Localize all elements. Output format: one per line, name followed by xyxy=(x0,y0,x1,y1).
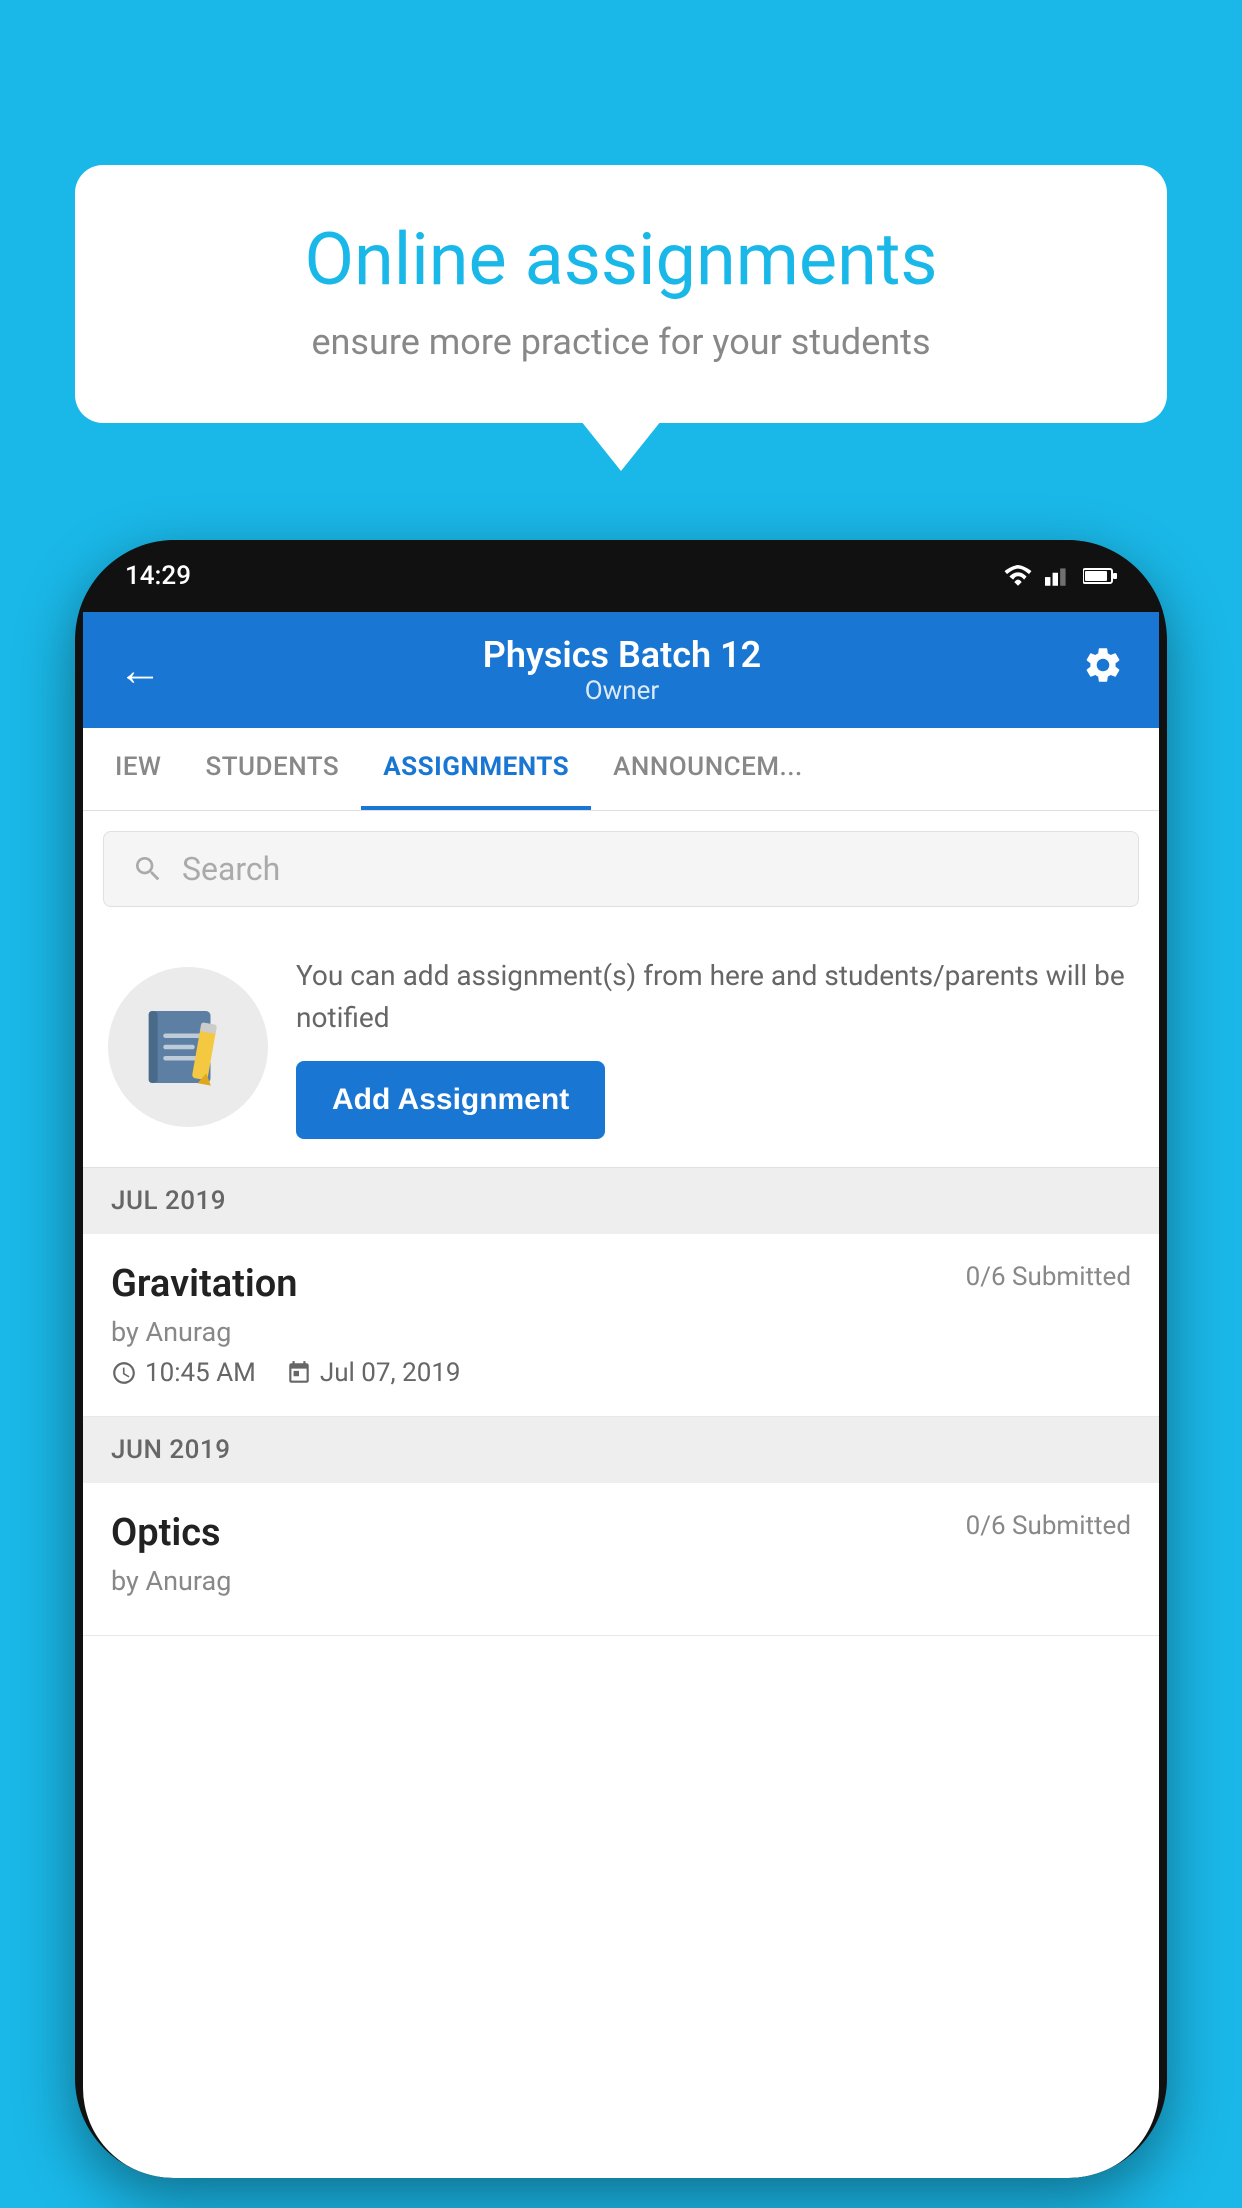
calendar-icon xyxy=(286,1360,312,1386)
bubble-subtitle: ensure more practice for your students xyxy=(135,321,1107,363)
search-bar-container: Search xyxy=(83,811,1159,927)
month-header-jul: JUL 2019 xyxy=(83,1168,1159,1234)
phone-screen: ← Physics Batch 12 Owner IEW STUDENTS AS… xyxy=(83,612,1159,2178)
header-subtitle: Owner xyxy=(162,676,1082,706)
clock-icon xyxy=(111,1360,137,1386)
assignment-date: Jul 07, 2019 xyxy=(286,1358,461,1388)
speech-bubble-card: Online assignments ensure more practice … xyxy=(75,165,1167,423)
gear-icon xyxy=(1082,644,1124,686)
tab-students[interactable]: STUDENTS xyxy=(183,728,361,810)
assignment-date-value: Jul 07, 2019 xyxy=(320,1358,461,1388)
phone-frame: 14:29 ← Physics Batch xyxy=(75,540,1167,2178)
promo-block: You can add assignment(s) from here and … xyxy=(83,927,1159,1168)
assignment-time: 10:45 AM xyxy=(111,1358,256,1388)
settings-button[interactable] xyxy=(1082,644,1124,696)
promo-text-block: You can add assignment(s) from here and … xyxy=(296,955,1134,1139)
promo-icon-circle xyxy=(108,967,268,1127)
search-bar[interactable]: Search xyxy=(103,831,1139,907)
app-header: ← Physics Batch 12 Owner xyxy=(83,612,1159,728)
assignment-title-optics: Optics xyxy=(111,1511,221,1555)
assignment-author: by Anurag xyxy=(111,1316,1131,1348)
promo-description: You can add assignment(s) from here and … xyxy=(296,955,1134,1039)
status-bar: 14:29 xyxy=(75,540,1167,612)
signal-icon xyxy=(1045,565,1071,587)
assignment-time-value: 10:45 AM xyxy=(145,1358,256,1388)
search-input[interactable]: Search xyxy=(182,850,280,888)
assignment-author-optics: by Anurag xyxy=(111,1565,1131,1597)
assignment-submitted-optics: 0/6 Submitted xyxy=(966,1511,1131,1541)
wifi-icon xyxy=(1003,565,1033,587)
back-button[interactable]: ← xyxy=(118,648,162,692)
assignment-submitted: 0/6 Submitted xyxy=(966,1262,1131,1292)
notebook-icon xyxy=(143,1002,233,1092)
assignment-item-top-optics: Optics 0/6 Submitted xyxy=(111,1511,1131,1555)
search-icon xyxy=(132,853,164,885)
assignment-meta: 10:45 AM Jul 07, 2019 xyxy=(111,1358,1131,1388)
status-icons xyxy=(1003,565,1117,587)
tab-iew[interactable]: IEW xyxy=(93,728,183,810)
header-title: Physics Batch 12 xyxy=(162,634,1082,676)
assignment-item-top: Gravitation 0/6 Submitted xyxy=(111,1262,1131,1306)
month-header-jun: JUN 2019 xyxy=(83,1417,1159,1483)
bubble-title: Online assignments xyxy=(135,220,1107,299)
assignment-item-gravitation[interactable]: Gravitation 0/6 Submitted by Anurag 10:4… xyxy=(83,1234,1159,1417)
status-time: 14:29 xyxy=(125,561,191,591)
phone-notch xyxy=(556,540,686,582)
battery-icon xyxy=(1083,567,1117,585)
assignment-title: Gravitation xyxy=(111,1262,298,1306)
tab-announcements[interactable]: ANNOUNCEM... xyxy=(591,728,825,810)
assignment-item-optics[interactable]: Optics 0/6 Submitted by Anurag xyxy=(83,1483,1159,1636)
header-title-block: Physics Batch 12 Owner xyxy=(162,634,1082,706)
tabs-bar: IEW STUDENTS ASSIGNMENTS ANNOUNCEM... xyxy=(83,728,1159,811)
add-assignment-button[interactable]: Add Assignment xyxy=(296,1061,605,1139)
tab-assignments[interactable]: ASSIGNMENTS xyxy=(361,728,591,810)
